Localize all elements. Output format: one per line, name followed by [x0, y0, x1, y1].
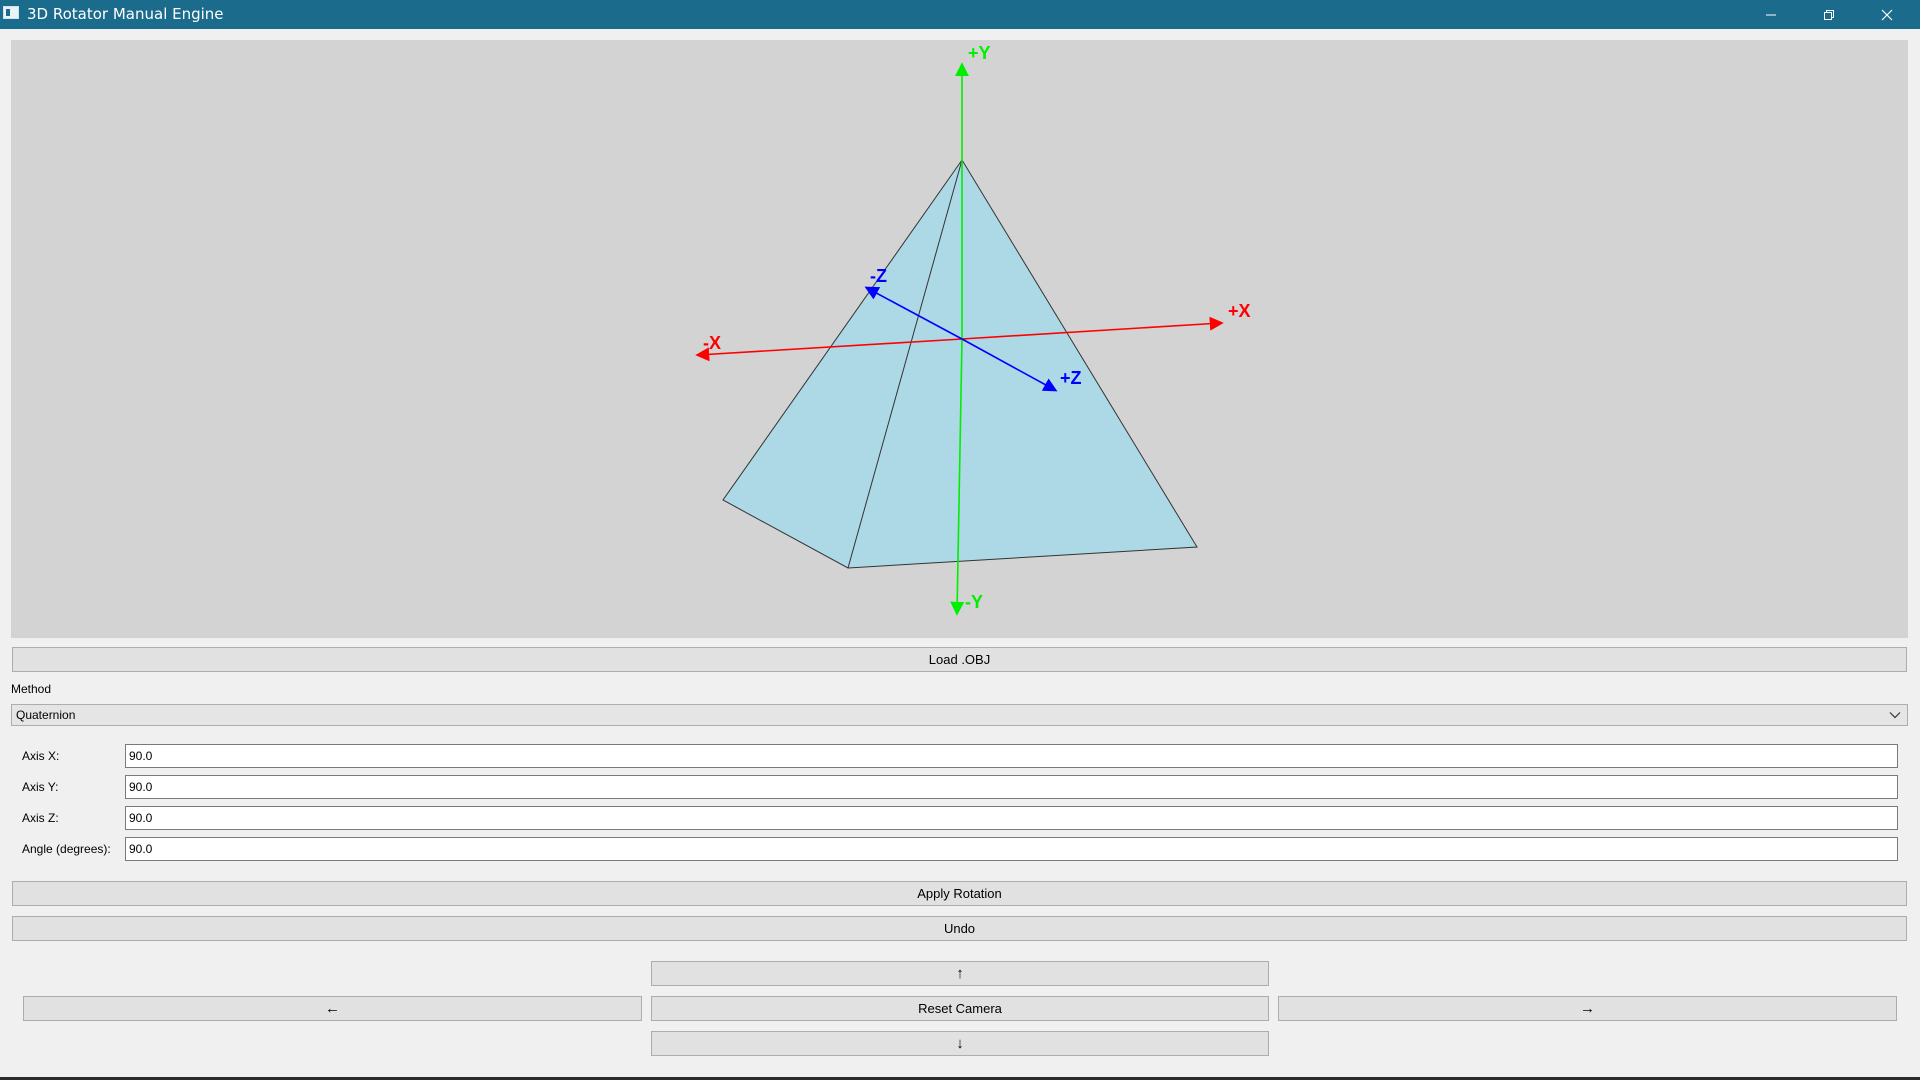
chevron-down-icon — [1889, 712, 1901, 719]
axis-x-value: 90.0 — [129, 749, 153, 763]
apply-rotation-button[interactable]: Apply Rotation — [12, 881, 1907, 906]
close-button[interactable] — [1858, 0, 1916, 29]
reset-camera-button[interactable]: Reset Camera — [651, 996, 1269, 1021]
load-obj-button[interactable]: Load .OBJ — [12, 647, 1907, 672]
app-icon — [3, 6, 19, 19]
maximize-button[interactable] — [1800, 0, 1858, 29]
angle-label: Angle (degrees): — [22, 842, 111, 856]
restore-icon — [1824, 9, 1834, 20]
method-label: Method — [11, 682, 52, 696]
axis-z-label: Axis Z: — [22, 811, 59, 825]
axis-y-input[interactable]: 90.0 — [125, 775, 1898, 799]
axis-label-pos-x: +X — [1228, 301, 1251, 321]
camera-right-button[interactable]: → — [1278, 996, 1897, 1021]
3d-viewport[interactable]: +Y -Y +X -X +Z -Z — [11, 40, 1908, 638]
axis-x-label: Axis X: — [22, 749, 60, 763]
axis-label-neg-y: -Y — [965, 592, 983, 612]
camera-left-button[interactable]: ← — [23, 996, 642, 1021]
axis-z-value: 90.0 — [129, 811, 153, 825]
angle-value: 90.0 — [129, 842, 153, 856]
pyramid-faces — [722, 159, 1198, 569]
window-title: 3D Rotator Manual Engine — [27, 5, 224, 23]
minimize-icon — [1766, 14, 1776, 15]
viewport-canvas[interactable]: +Y -Y +X -X +Z -Z — [11, 40, 1908, 638]
minimize-button[interactable] — [1742, 0, 1800, 29]
undo-button[interactable]: Undo — [12, 916, 1907, 941]
axis-label-neg-z: -Z — [870, 266, 887, 286]
method-select[interactable]: Quaternion — [11, 704, 1908, 726]
method-selected-value: Quaternion — [16, 708, 76, 722]
close-icon — [1881, 9, 1893, 20]
axis-label-pos-z: +Z — [1060, 368, 1082, 388]
title-bar: 3D Rotator Manual Engine — [0, 0, 1920, 29]
axis-label-pos-y: +Y — [968, 43, 991, 63]
angle-input[interactable]: 90.0 — [125, 837, 1898, 861]
axis-y-value: 90.0 — [129, 780, 153, 794]
camera-up-button[interactable]: ↑ — [651, 961, 1269, 986]
camera-down-button[interactable]: ↓ — [651, 1031, 1269, 1056]
pyramid-model — [722, 159, 1198, 569]
axis-label-neg-x: -X — [703, 333, 721, 353]
axis-x-input[interactable]: 90.0 — [125, 744, 1898, 768]
axis-y-label: Axis Y: — [22, 780, 59, 794]
axis-z-input[interactable]: 90.0 — [125, 806, 1898, 830]
